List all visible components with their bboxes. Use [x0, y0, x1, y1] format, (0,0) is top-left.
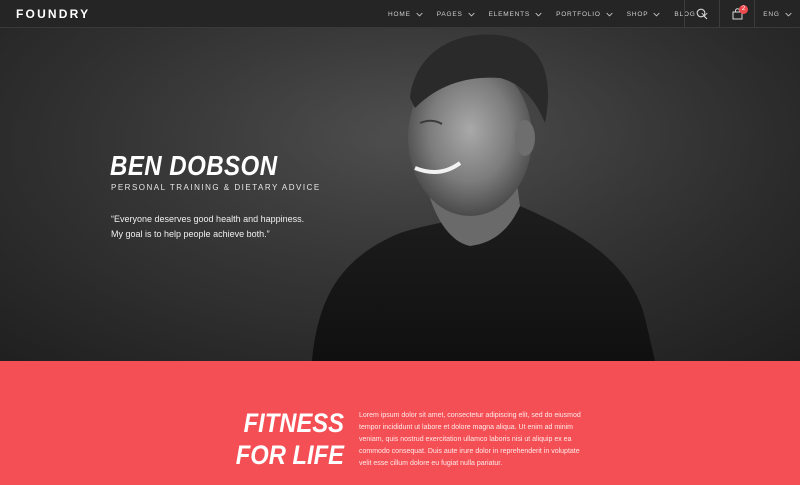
chevron-down-icon	[535, 12, 542, 16]
hero-subtitle: PERSONAL TRAINING & DIETARY ADVICE	[111, 183, 321, 192]
hero-quote: “Everyone deserves good health and happi…	[111, 212, 311, 242]
site-logo[interactable]: FOUNDRY	[16, 7, 90, 21]
menu-item-pages[interactable]: PAGES	[437, 0, 475, 28]
chevron-down-icon	[653, 12, 660, 16]
section-title-line: FITNESS	[243, 408, 344, 438]
hero-portrait-image	[0, 28, 800, 361]
hero-section: BEN DOBSON PERSONAL TRAINING & DIETARY A…	[0, 28, 800, 361]
language-label: ENG	[763, 10, 780, 18]
language-selector[interactable]: ENG	[755, 0, 800, 28]
chevron-down-icon	[416, 12, 423, 16]
menu-item-label: PAGES	[436, 10, 463, 18]
menu-item-label: SHOP	[626, 10, 649, 18]
menu-item-shop[interactable]: SHOP	[627, 0, 661, 28]
section-title-line: FOR LIFE	[235, 440, 344, 470]
section-title: FITNESS FOR LIFE	[236, 407, 344, 471]
menu-item-portfolio[interactable]: PORTFOLIO	[556, 0, 613, 28]
chevron-down-icon	[468, 12, 475, 16]
section-body-text: Lorem ipsum dolor sit amet, consectetur …	[359, 412, 581, 467]
hero-title: BEN DOBSON	[110, 150, 278, 181]
fitness-section: FITNESS FOR LIFE Lorem ipsum dolor sit a…	[0, 361, 800, 485]
hero-quote-line: My goal is to help people achieve both.”	[111, 229, 270, 239]
chevron-down-icon	[785, 12, 792, 16]
cart-count-badge: 2	[739, 5, 748, 14]
menu-item-elements[interactable]: ELEMENTS	[489, 0, 542, 28]
cart-button[interactable]: 2	[720, 0, 754, 28]
search-button[interactable]	[685, 0, 719, 28]
hero-quote-line: “Everyone deserves good health and happi…	[111, 214, 305, 224]
search-icon	[696, 8, 708, 20]
main-menu: HOME PAGES ELEMENTS PORTFOLIO SHOP BLOG	[388, 0, 722, 28]
menu-item-label: HOME	[388, 10, 411, 18]
menu-item-home[interactable]: HOME	[388, 0, 423, 28]
menu-item-label: PORTFOLIO	[556, 10, 601, 18]
chevron-down-icon	[606, 12, 613, 16]
top-navbar: FOUNDRY HOME PAGES ELEMENTS PORTFOLIO SH…	[0, 0, 800, 28]
menu-item-label: ELEMENTS	[488, 10, 531, 18]
